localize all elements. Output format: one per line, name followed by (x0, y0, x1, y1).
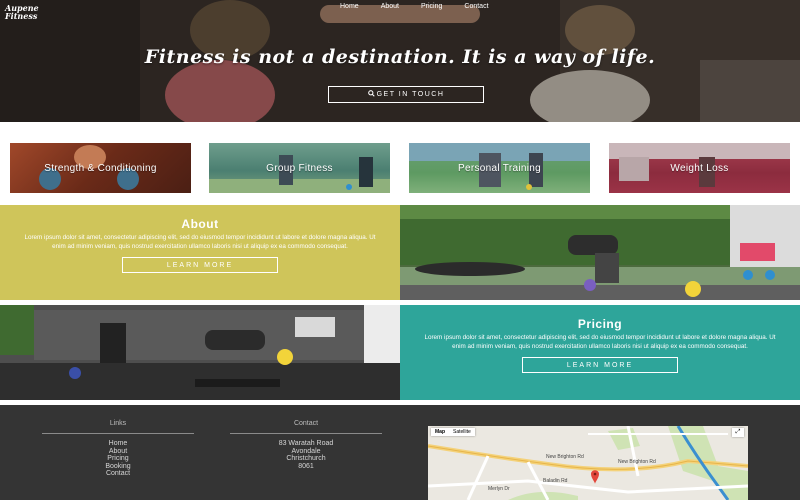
road-label: Merlyn Dr (488, 486, 510, 492)
footer-divider (42, 433, 194, 434)
address-line: 83 Waratah Road (278, 440, 334, 447)
main-nav: Home About Pricing Contact (340, 3, 511, 10)
card-group-fitness[interactable]: Group Fitness (209, 143, 390, 193)
card-personal-training[interactable]: Personal Training (409, 143, 590, 193)
footer-contact: Contact 83 Waratah Road Avondale Christc… (230, 420, 382, 470)
footer-links-heading: Links (109, 420, 127, 427)
footer-links: Links Home About Pricing Booking Contact (42, 420, 194, 478)
nav-about[interactable]: About (381, 3, 399, 10)
category-cards: Strength & Conditioning Group Fitness Pe… (0, 143, 800, 193)
group-workout-photo (0, 305, 400, 400)
footer-link-booking[interactable]: Booking (42, 463, 194, 471)
card-strength-conditioning[interactable]: Strength & Conditioning (10, 143, 191, 193)
card-label: Weight Loss (670, 162, 729, 174)
nav-contact[interactable]: Contact (464, 3, 488, 10)
road-label: New Brighton Rd (618, 459, 656, 465)
kettlebell-class-photo (400, 205, 800, 300)
map-type-tabs: Map Satellite (431, 428, 475, 436)
pricing-section: Pricing Lorem ipsum dolor sit amet, cons… (400, 305, 800, 400)
footer-link-home[interactable]: Home (42, 440, 194, 448)
nav-home[interactable]: Home (340, 3, 359, 10)
about-text: Lorem ipsum dolor sit amet, consectetur … (24, 234, 376, 250)
card-label: Group Fitness (266, 162, 333, 174)
map-tab-map[interactable]: Map (431, 428, 449, 436)
get-in-touch-label: GET IN TOUCH (376, 91, 445, 98)
fullscreen-icon[interactable]: ⤢ (732, 428, 744, 437)
hero-banner: Aupene Fitness Home About Pricing Contac… (0, 0, 800, 122)
search-icon (367, 90, 375, 99)
about-learn-more-button[interactable]: LEARN MORE (122, 257, 278, 274)
pricing-learn-more-button[interactable]: LEARN MORE (522, 357, 678, 374)
map-tab-satellite[interactable]: Satellite (449, 428, 475, 436)
map-canvas[interactable] (428, 426, 748, 500)
footer-link-about[interactable]: About (42, 448, 194, 456)
footer-link-contact[interactable]: Contact (42, 470, 194, 478)
address-line: Christchurch (286, 455, 326, 463)
about-section: About Lorem ipsum dolor sit amet, consec… (0, 205, 400, 300)
pricing-text: Lorem ipsum dolor sit amet, consectetur … (424, 334, 776, 350)
pricing-title: Pricing (577, 317, 623, 331)
brand-logo[interactable]: Aupene Fitness (5, 4, 55, 20)
road-label: New Brighton Rd (546, 454, 584, 460)
address-line: Avondale (291, 447, 321, 455)
address-line: 8061 (298, 462, 314, 470)
get-in-touch-button[interactable]: GET IN TOUCH (328, 86, 484, 103)
about-title: About (181, 217, 219, 231)
card-weight-loss[interactable]: Weight Loss (609, 143, 790, 193)
hero-tagline: Fitness is not a destination. It is a wa… (144, 46, 656, 68)
nav-pricing[interactable]: Pricing (421, 3, 442, 10)
footer-divider (230, 433, 382, 434)
card-label: Personal Training (458, 162, 541, 174)
footer-link-pricing[interactable]: Pricing (42, 455, 194, 463)
location-map[interactable]: Map Satellite ⤢ New Brighton Rd New Brig… (428, 426, 748, 500)
card-label: Strength & Conditioning (44, 162, 157, 174)
road-label: Baladin Rd (543, 478, 568, 484)
footer-contact-heading: Contact (293, 420, 319, 427)
